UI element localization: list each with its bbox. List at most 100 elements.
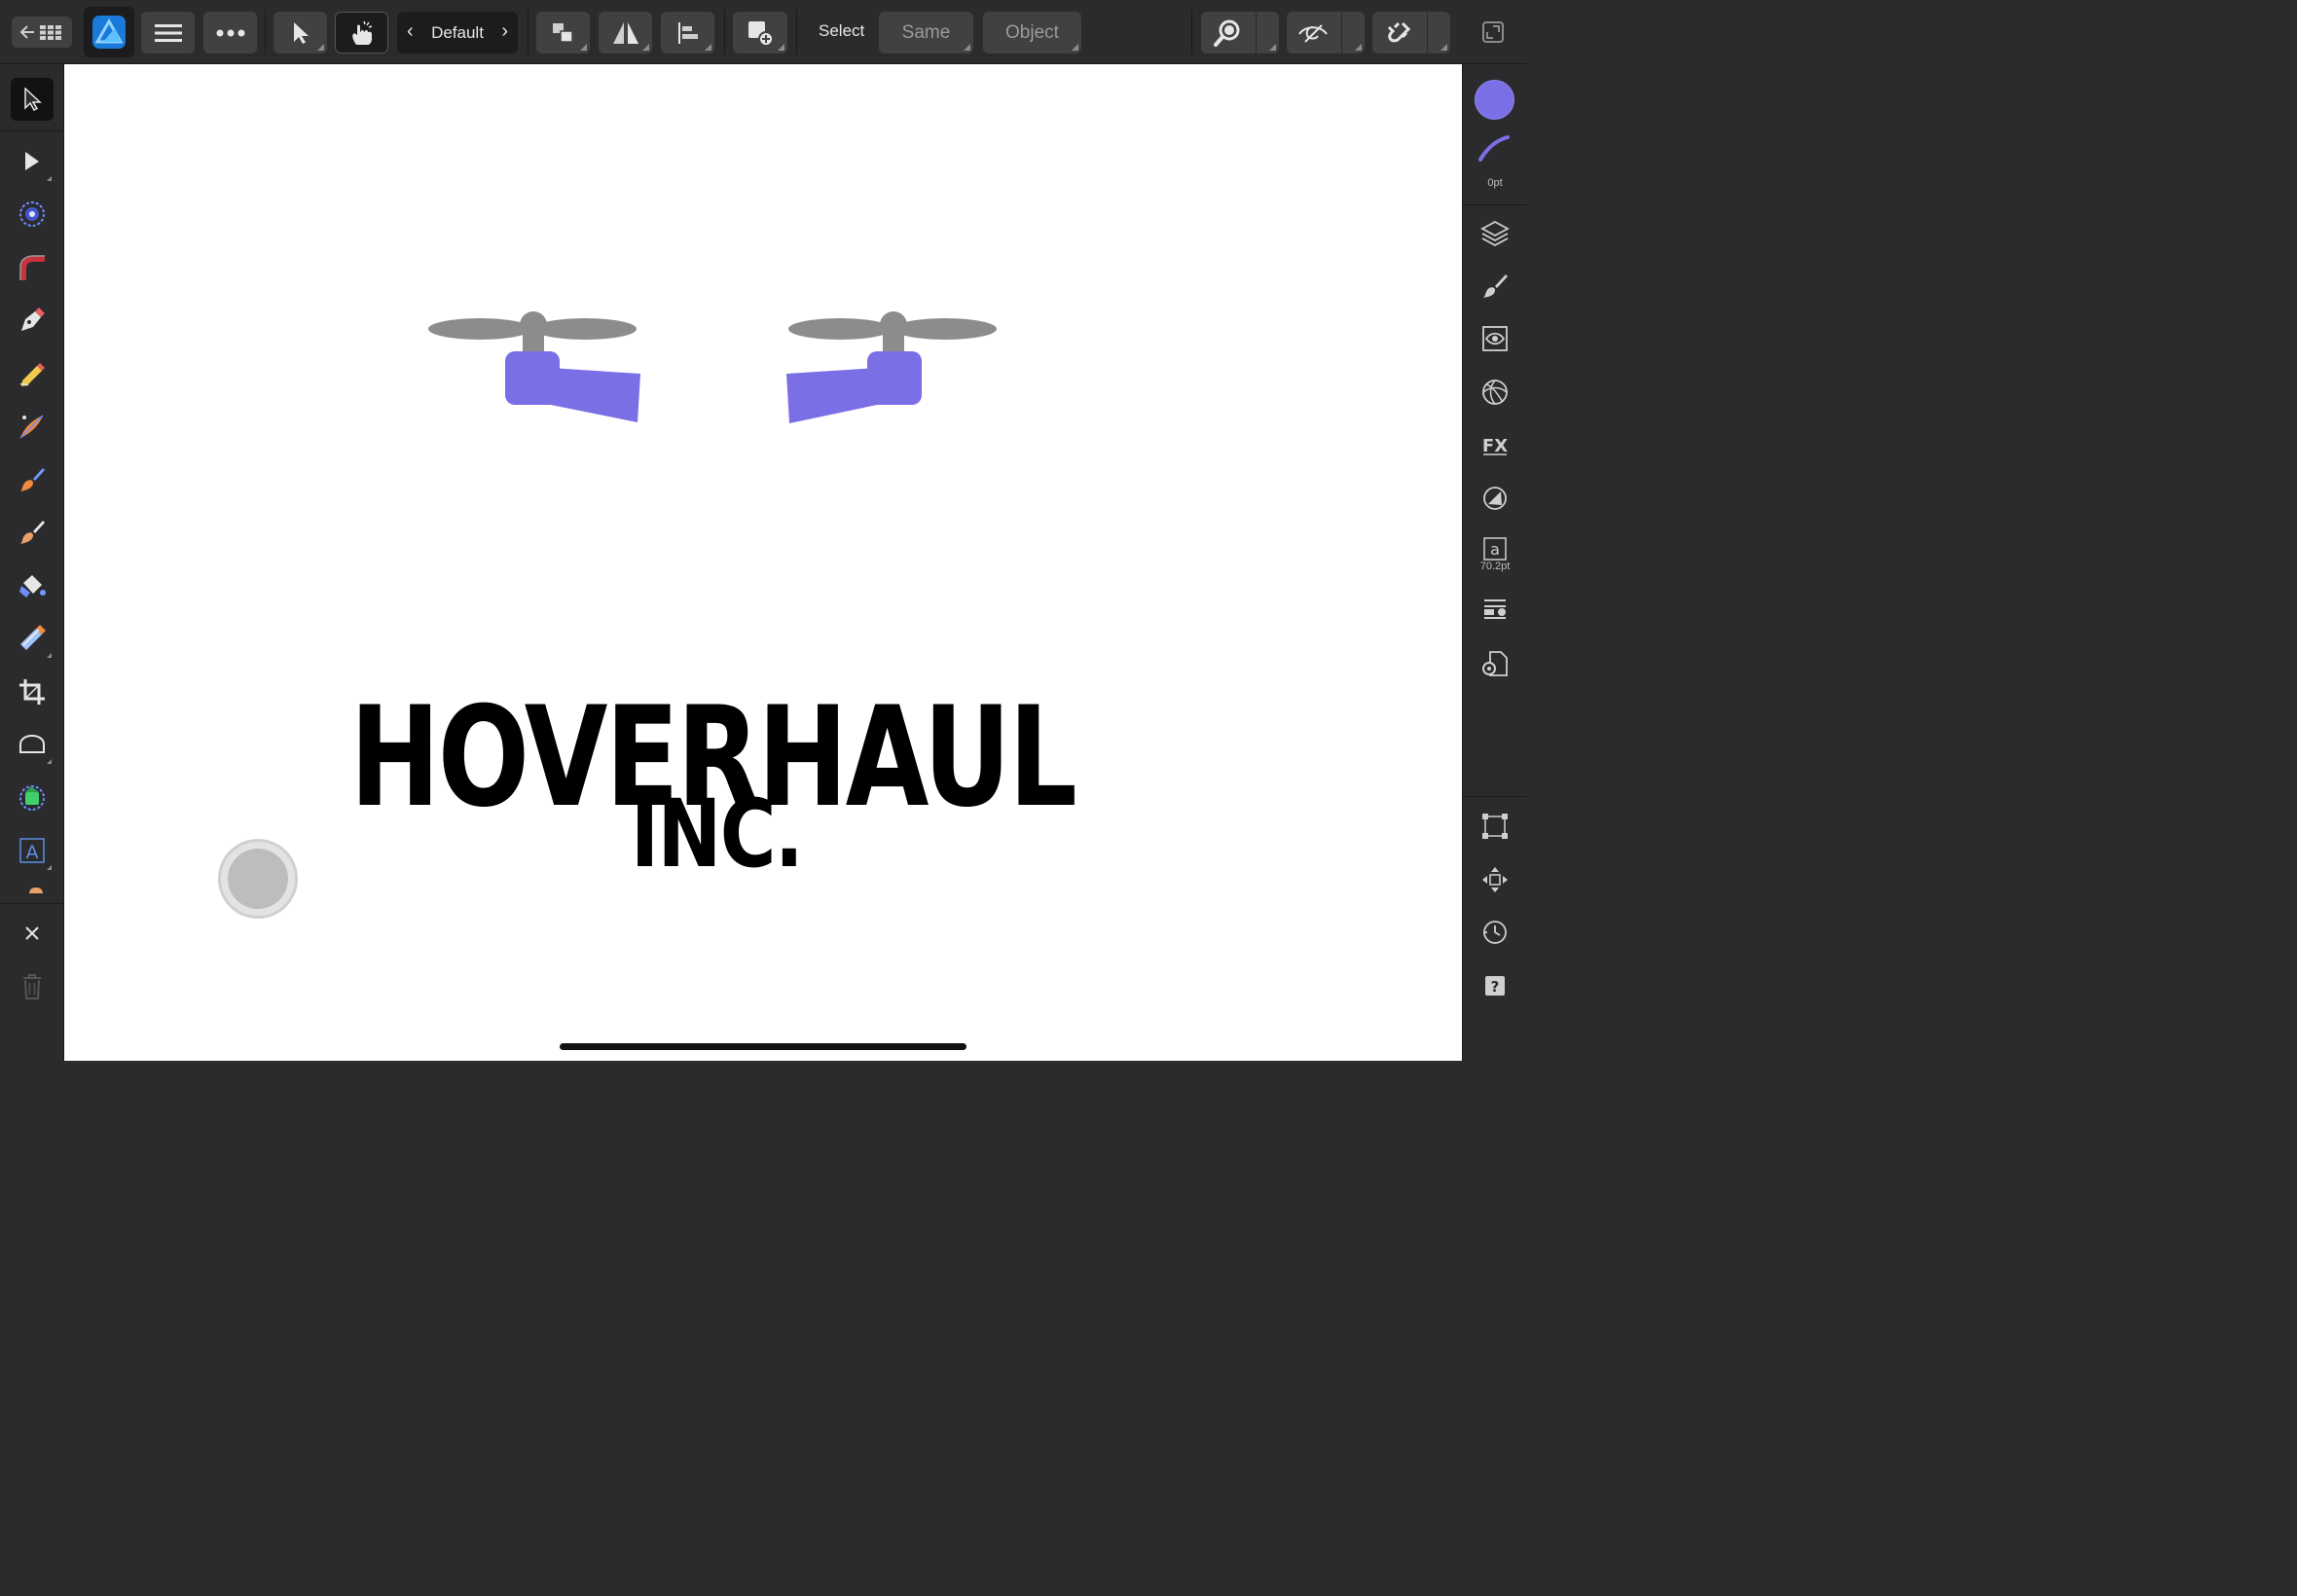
- more-button[interactable]: [203, 12, 257, 54]
- main-menu-button[interactable]: [141, 12, 195, 54]
- transform-tool-button[interactable]: [11, 193, 54, 236]
- appearance-studio-button[interactable]: [1474, 319, 1516, 358]
- corner-tool-icon: [19, 255, 45, 280]
- more-dots-icon: [216, 29, 244, 36]
- top-toolbar: ‹ Default › Select Same Object: [0, 0, 1526, 64]
- gesture-button[interactable]: [335, 12, 388, 54]
- move-tool-button[interactable]: [11, 78, 54, 121]
- shape-tool-icon: [19, 734, 45, 753]
- document-settings-button[interactable]: [1474, 644, 1516, 683]
- node-tool-icon: [25, 152, 39, 170]
- pencil-tool-button[interactable]: [11, 352, 54, 395]
- select-label: Select: [819, 21, 865, 40]
- flip-button[interactable]: [599, 12, 652, 54]
- flip-icon: [612, 21, 638, 44]
- document-canvas[interactable]: HOVERHAUL INC.: [64, 64, 1462, 1061]
- vector-brush-tool-button[interactable]: [11, 405, 54, 448]
- fullscreen-button[interactable]: [1479, 18, 1507, 46]
- shape-tool-button[interactable]: [11, 723, 54, 766]
- crop-icon: [19, 679, 45, 705]
- node-tool-button[interactable]: [11, 140, 54, 183]
- effects-studio-button[interactable]: FX: [1474, 425, 1516, 464]
- app-persona-button[interactable]: [84, 7, 134, 57]
- snapping-magnet-icon: [1387, 21, 1411, 42]
- right-drone-arm: [786, 351, 922, 423]
- trash-icon: [23, 974, 41, 999]
- stroke-color-swatch[interactable]: [1477, 134, 1511, 163]
- stroke-width-label: 0pt: [1487, 177, 1503, 189]
- view-mode-button[interactable]: [1287, 12, 1365, 54]
- layers-studio-button[interactable]: [1474, 213, 1516, 252]
- text-size-label: 70.2pt: [1479, 561, 1511, 572]
- corner-tool-button[interactable]: [11, 246, 54, 289]
- back-to-gallery-button[interactable]: [12, 17, 72, 48]
- pixel-brush-tool-button[interactable]: [11, 511, 54, 554]
- fullscreen-icon: [1482, 21, 1504, 43]
- history-studio-button[interactable]: [1474, 913, 1516, 952]
- pen-tool-button[interactable]: [11, 299, 54, 342]
- tools-panel: A: [0, 64, 64, 1061]
- hamburger-menu-icon: [154, 23, 182, 42]
- svg-text:?: ?: [1491, 978, 1500, 996]
- styles-studio-button[interactable]: [1474, 479, 1516, 518]
- right-propeller: [788, 311, 997, 358]
- place-image-tool-button[interactable]: [11, 777, 54, 819]
- close-tool-button[interactable]: [11, 912, 54, 955]
- svg-text:a: a: [1490, 540, 1500, 559]
- arrange-button[interactable]: [536, 12, 590, 54]
- pencil-tool-icon: [19, 363, 45, 386]
- point-transform-icon: [19, 201, 45, 227]
- left-propeller: [428, 311, 637, 358]
- document-gear-icon: [1482, 651, 1508, 676]
- text-styles-icon: [1484, 599, 1506, 619]
- select-same-button[interactable]: Same: [879, 12, 973, 54]
- home-indicator[interactable]: [560, 1043, 966, 1050]
- next-tool-peek[interactable]: [29, 888, 43, 893]
- select-object-button[interactable]: Object: [983, 12, 1081, 54]
- affinity-designer-icon: [92, 16, 126, 49]
- preset-switcher[interactable]: ‹ Default ›: [397, 12, 518, 54]
- place-image-icon: [19, 785, 45, 811]
- styles-icon: [1483, 487, 1507, 510]
- transparency-tool-icon: [20, 625, 46, 650]
- fill-tool-button[interactable]: [11, 564, 54, 607]
- transparency-tool-button[interactable]: [11, 617, 54, 660]
- select-object-label: Object: [1005, 21, 1059, 43]
- history-clock-icon: [1483, 921, 1507, 944]
- move-tool-icon: [293, 21, 309, 44]
- fill-color-swatch[interactable]: [1475, 80, 1514, 120]
- preset-label: Default: [431, 22, 484, 42]
- text-format-icon: a: [1483, 537, 1507, 561]
- logo-subtitle-text[interactable]: INC.: [182, 780, 1252, 888]
- crop-tool-button[interactable]: [11, 671, 54, 713]
- align-button[interactable]: [661, 12, 714, 54]
- snapping-button[interactable]: [1372, 12, 1450, 54]
- move-mode-button[interactable]: [273, 12, 327, 54]
- transform-studio-button[interactable]: [1474, 807, 1516, 846]
- paint-brush-icon: [20, 468, 45, 491]
- vector-brush-icon: [19, 415, 44, 439]
- arrange-icon: [552, 22, 573, 43]
- text-styles-studio-button[interactable]: [1474, 591, 1516, 630]
- zoom-icon: [1214, 19, 1240, 47]
- navigator-studio-button[interactable]: [1474, 860, 1516, 899]
- delete-button[interactable]: [11, 965, 54, 1008]
- preset-prev-icon[interactable]: ‹: [407, 20, 414, 43]
- svg-text:FX: FX: [1482, 436, 1508, 456]
- preset-next-icon[interactable]: ›: [501, 20, 508, 43]
- view-mode-icon: [1298, 23, 1328, 43]
- fx-icon: FX: [1482, 436, 1508, 456]
- zoom-button[interactable]: [1201, 12, 1279, 54]
- assistive-touch-button[interactable]: [218, 839, 298, 919]
- help-button[interactable]: ?: [1474, 966, 1516, 1005]
- layers-icon: [1480, 220, 1510, 246]
- brushes-studio-button[interactable]: [1474, 267, 1516, 306]
- artistic-text-tool-button[interactable]: A: [11, 829, 54, 872]
- paint-brush-tool-button[interactable]: [11, 458, 54, 501]
- back-to-gallery-icon: [19, 25, 61, 40]
- svg-text:A: A: [26, 842, 39, 863]
- insert-icon: [748, 20, 774, 47]
- close-icon: [25, 926, 39, 940]
- color-studio-button[interactable]: [1474, 373, 1516, 412]
- insert-button[interactable]: [733, 12, 787, 54]
